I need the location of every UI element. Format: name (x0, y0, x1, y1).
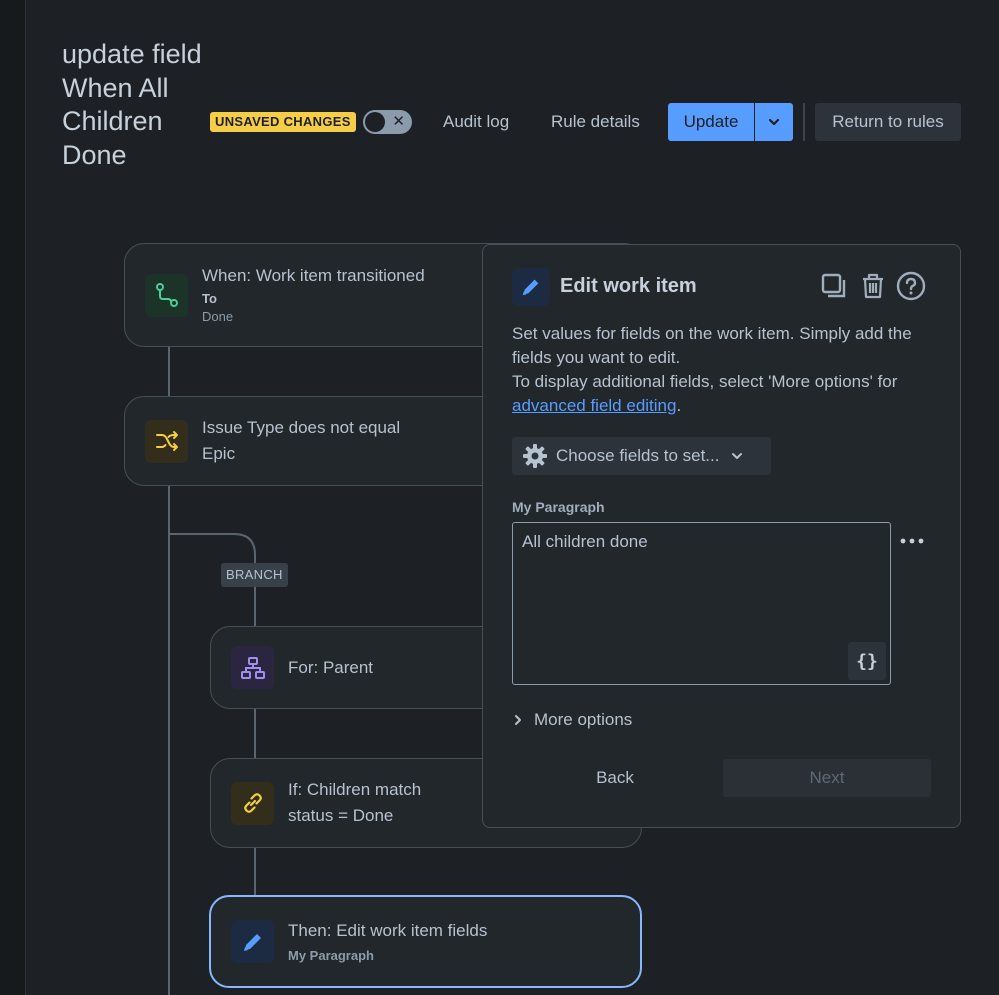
panel-description: Set values for fields on the work item. … (512, 322, 932, 418)
if-condition-line1: If: Children match (288, 780, 422, 799)
rule-enable-toggle[interactable]: ✕ (363, 110, 412, 134)
rule-title: update field When All Children Done (62, 39, 202, 170)
action-card-selected[interactable]: Then: Edit work item fields My Paragraph (209, 895, 642, 988)
chevron-down-icon (732, 453, 743, 459)
choose-fields-button[interactable]: Choose fields to set... (512, 437, 771, 475)
trigger-sub-label: To (202, 291, 217, 306)
help-icon (896, 271, 926, 301)
help-button[interactable] (896, 271, 926, 301)
condition-line2: Epic (202, 444, 236, 463)
more-options-label: More options (534, 710, 633, 729)
hierarchy-icon (231, 646, 274, 689)
paragraph-field[interactable]: All children done {} (512, 522, 891, 685)
gear-icon (523, 444, 547, 468)
trash-icon (863, 273, 883, 299)
advanced-field-editing-link[interactable]: advanced field editing (512, 396, 676, 415)
return-to-rules-button[interactable]: Return to rules (815, 103, 961, 141)
action-sub: My Paragraph (288, 947, 374, 963)
chevron-down-icon (768, 118, 780, 126)
connector-line (168, 346, 170, 398)
unsaved-changes-badge: UNSAVED CHANGES (210, 112, 356, 132)
panel-title: Edit work item (560, 275, 697, 297)
rule-details-button[interactable]: Rule details (537, 103, 654, 141)
header-divider (803, 103, 805, 141)
choose-fields-label: Choose fields to set... (556, 446, 720, 465)
panel-desc-line1: Set values for fields on the work item. … (512, 324, 912, 367)
chevron-right-icon (515, 715, 521, 725)
action-title: Then: Edit work item fields (288, 920, 488, 940)
condition-line1: Issue Type does not equal (202, 418, 401, 437)
left-sidebar-rail (0, 0, 26, 995)
if-condition-line2: status = Done (288, 806, 394, 825)
edit-work-item-panel: Edit work item Set values for fields on … (482, 244, 961, 828)
panel-desc-suffix: . (676, 396, 682, 415)
panel-desc-line2: To display additional fields, select 'Mo… (512, 372, 898, 391)
update-button[interactable]: Update (668, 103, 754, 141)
pencil-icon (231, 920, 274, 963)
back-button[interactable]: Back (573, 759, 657, 797)
braces-icon: {} (856, 650, 878, 672)
next-button[interactable]: Next (723, 759, 931, 797)
paragraph-field-value: All children done (522, 532, 648, 551)
delete-button[interactable] (858, 271, 888, 301)
audit-log-button[interactable]: Audit log (429, 103, 523, 141)
toggle-knob (365, 112, 385, 132)
smart-values-button[interactable]: {} (848, 642, 886, 680)
shuffle-icon (145, 419, 188, 463)
close-icon: ✕ (392, 113, 405, 130)
trigger-title: When: Work item transitioned (202, 266, 425, 285)
transition-icon (145, 273, 188, 317)
branch-label: BRANCH (221, 563, 288, 587)
more-options-toggle[interactable]: More options (512, 710, 632, 730)
copy-icon (821, 273, 846, 298)
trigger-sub-value: Done (202, 309, 234, 324)
update-options-button[interactable] (755, 103, 793, 141)
field-label: My Paragraph (512, 499, 605, 515)
connector-line (254, 708, 256, 760)
more-icon (900, 538, 924, 544)
copy-button[interactable] (819, 271, 849, 301)
link-icon (231, 781, 274, 825)
field-more-actions-button[interactable] (899, 528, 925, 554)
branch-for-title: For: Parent (288, 657, 374, 677)
pencil-icon (512, 268, 550, 306)
connector-line (254, 587, 256, 627)
connector-line (254, 847, 256, 897)
